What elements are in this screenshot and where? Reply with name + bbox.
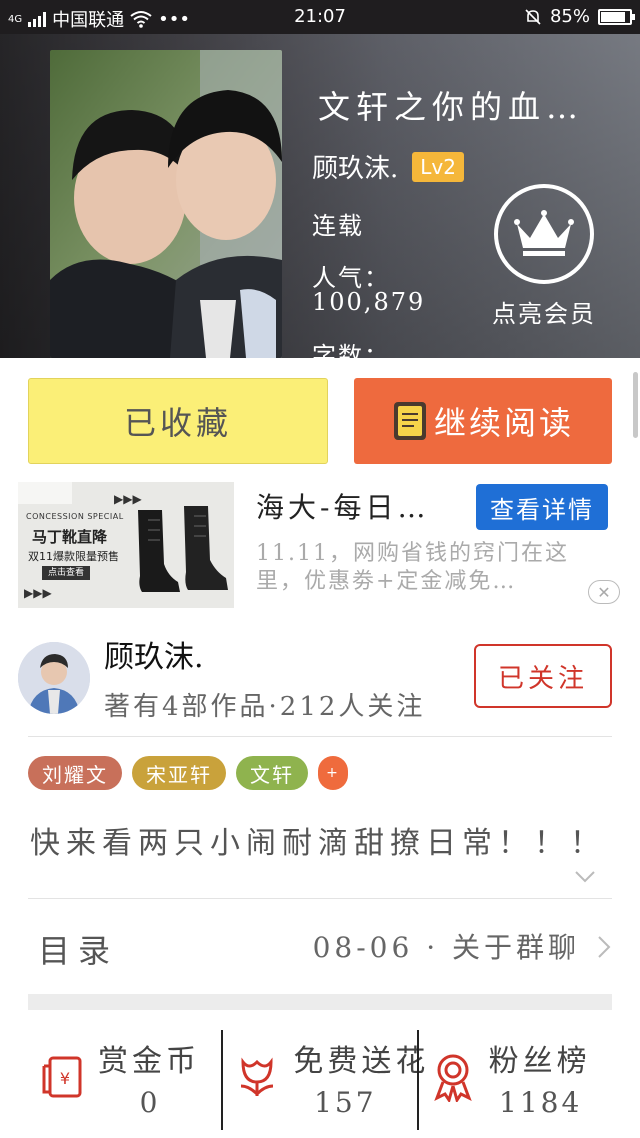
red-envelope-icon: ¥ xyxy=(42,1056,82,1098)
author-row: 顾玖沫. Lv2 xyxy=(312,148,464,185)
continue-reading-button[interactable]: 继续阅读 xyxy=(354,378,612,464)
bell-muted-icon xyxy=(525,8,541,25)
divider xyxy=(28,898,612,899)
status-bar: 4G 中国联通 ••• 21:07 85% xyxy=(0,0,640,34)
follow-label: 已关注 xyxy=(497,663,588,694)
ad-description: 11.11，网购省钱的窍门在这里，优惠劵+定金减免… xyxy=(256,541,569,594)
bottom-stats: ¥ 赏金币 0 免费送花 157 粉丝榜 1184 xyxy=(28,1030,612,1130)
ad-image-tag: CONCESSION SPECIAL xyxy=(26,512,124,521)
ad-image-headline: 马丁靴直降 xyxy=(32,528,108,546)
tag-list: 刘耀文 宋亚轩 文轩 + xyxy=(28,756,348,790)
level-badge: Lv2 xyxy=(412,151,464,182)
ad-image-sub: 双11爆款限量预售 xyxy=(28,550,119,563)
send-flower-button[interactable]: 免费送花 157 xyxy=(221,1030,425,1130)
ad-title: 海大-每日… xyxy=(256,491,430,524)
fan-ranking-button[interactable]: 粉丝榜 1184 xyxy=(416,1030,612,1130)
battery-fill xyxy=(601,11,625,22)
chevron-down-icon[interactable] xyxy=(574,870,596,884)
popularity-value: 100,879 xyxy=(312,288,426,316)
book-icon xyxy=(393,402,426,440)
chevron-right-icon xyxy=(598,936,611,958)
follow-button[interactable]: 已关注 xyxy=(474,644,612,708)
ad-banner[interactable]: ▶▶▶ CONCESSION SPECIAL 马丁靴直降 双11爆款限量预售 点… xyxy=(18,480,622,610)
svg-text:¥: ¥ xyxy=(60,1069,70,1088)
ad-details-button[interactable]: 查看详情 xyxy=(476,484,608,530)
ad-arrows-bottom: ▶▶▶ xyxy=(24,586,52,600)
reward-coins-button[interactable]: ¥ 赏金币 0 xyxy=(28,1030,221,1130)
send-flower-label: 免费送花 xyxy=(293,1044,430,1079)
continue-reading-label: 继续阅读 xyxy=(433,404,574,442)
reward-coins-value: 0 xyxy=(139,1086,161,1119)
avatar[interactable] xyxy=(18,642,90,714)
book-header: 文轩之你的血… 顾玖沫. Lv2 连载 人气： 100,879 字数： 点亮会员 xyxy=(0,34,640,358)
vip-button[interactable]: 点亮会员 xyxy=(484,184,604,329)
author-card-name: 顾玖沫. xyxy=(104,640,204,675)
author-name[interactable]: 顾玖沫. xyxy=(312,148,398,185)
ribbon-medal-icon xyxy=(433,1054,472,1102)
ad-image[interactable]: ▶▶▶ CONCESSION SPECIAL 马丁靴直降 双11爆款限量预售 点… xyxy=(18,482,234,608)
book-cover[interactable] xyxy=(50,50,282,358)
flower-icon xyxy=(241,1057,274,1097)
fan-ranking-label: 粉丝榜 xyxy=(488,1044,591,1079)
send-flower-value: 157 xyxy=(314,1086,377,1119)
crown-icon xyxy=(494,184,594,284)
reward-coins-label: 赏金币 xyxy=(98,1044,200,1079)
battery-icon xyxy=(598,8,635,25)
add-tag-button[interactable]: + xyxy=(318,756,348,790)
tag-item[interactable]: 文轩 xyxy=(236,756,308,790)
boots-image xyxy=(138,506,228,592)
ad-close-button[interactable]: ✕ xyxy=(588,580,620,604)
vip-label: 点亮会员 xyxy=(492,300,596,328)
ad-details-label: 查看详情 xyxy=(490,495,594,524)
tag-item[interactable]: 刘耀文 xyxy=(28,756,122,790)
favorited-button[interactable]: 已收藏 xyxy=(28,378,328,464)
action-bar: 已收藏 继续阅读 xyxy=(0,358,640,478)
ad-image-cta: 点击查看 xyxy=(42,566,91,580)
author-stats: 著有4部作品·212人关注 xyxy=(104,692,426,722)
battery-percent: 85% xyxy=(549,6,590,27)
table-of-contents-row[interactable]: 目录 08-06 · 关于群聊 xyxy=(28,900,612,990)
section-separator xyxy=(28,994,612,1010)
divider xyxy=(28,736,612,737)
fan-ranking-value: 1184 xyxy=(499,1086,583,1119)
serial-status: 连载 xyxy=(312,212,364,240)
author-card[interactable]: 顾玖沫. 著有4部作品·212人关注 已关注 xyxy=(18,632,622,732)
favorited-label: 已收藏 xyxy=(123,404,232,442)
book-title: 文轩之你的血… xyxy=(318,88,585,126)
book-intro: 快来看两只小闹耐滴甜撩日常！！！ xyxy=(30,826,606,861)
toc-label: 目录 xyxy=(38,932,119,970)
close-icon: ✕ xyxy=(597,582,611,602)
latest-chapter: 08-06 · 关于群聊 xyxy=(312,931,580,964)
ad-arrows-top: ▶▶▶ xyxy=(114,492,142,506)
tag-item[interactable]: 宋亚轩 xyxy=(132,756,226,790)
word-count-label: 字数： xyxy=(312,342,390,358)
scrollbar[interactable] xyxy=(633,372,638,438)
